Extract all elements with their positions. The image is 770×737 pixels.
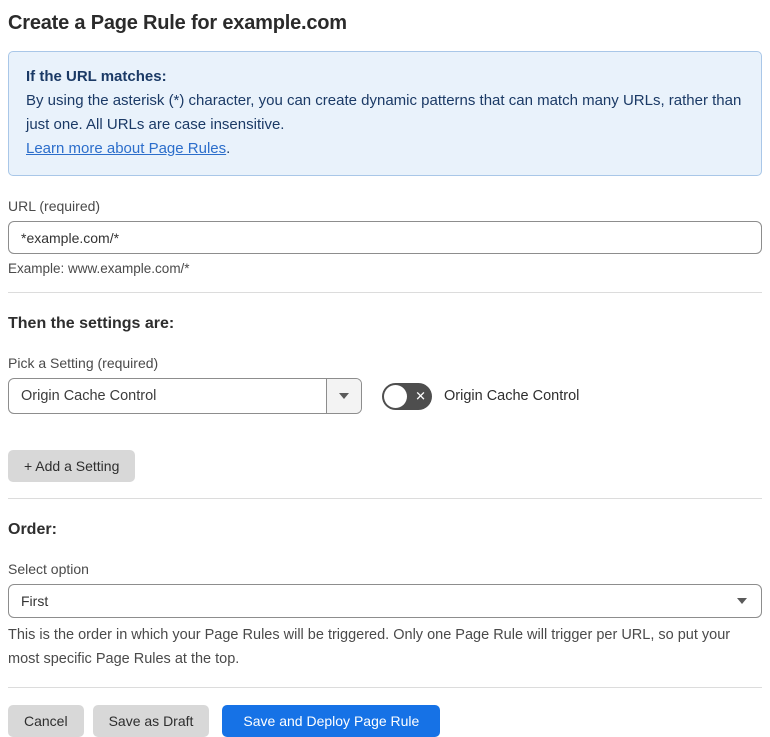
- settings-section-heading: Then the settings are:: [8, 315, 175, 332]
- order-select-value: First: [21, 593, 49, 609]
- add-setting-button[interactable]: + Add a Setting: [8, 450, 136, 482]
- toggle-off-x-icon: ✕: [415, 388, 426, 404]
- learn-more-link[interactable]: Learn more about Page Rules: [26, 140, 226, 157]
- info-box-link-line: Learn more about Page Rules.: [26, 137, 744, 161]
- toggle-knob: [384, 384, 407, 408]
- setting-row: Origin Cache Control ✕ Origin Cache Cont…: [8, 378, 762, 414]
- order-select-label: Select option: [8, 561, 89, 577]
- info-box-heading: If the URL matches:: [26, 68, 167, 85]
- chevron-down-icon: [339, 393, 349, 399]
- order-section-heading: Order:: [8, 521, 57, 538]
- page-title: Create a Page Rule for example.com: [8, 12, 347, 34]
- setting-select-value: Origin Cache Control: [21, 388, 157, 404]
- divider: [8, 498, 762, 499]
- url-example-text: Example: www.example.com/*: [8, 261, 190, 276]
- order-select[interactable]: First: [8, 584, 762, 618]
- info-box-body: By using the asterisk (*) character, you…: [26, 92, 742, 133]
- url-input[interactable]: [8, 221, 762, 254]
- pick-setting-label: Pick a Setting (required): [8, 355, 159, 371]
- chevron-down-icon: [737, 598, 747, 604]
- link-period: .: [226, 140, 231, 157]
- origin-cache-control-toggle[interactable]: ✕: [382, 382, 432, 410]
- url-match-info-box: If the URL matches: By using the asteris…: [8, 51, 762, 176]
- setting-select-caret-button[interactable]: [326, 379, 361, 413]
- url-field-label: URL (required): [8, 198, 101, 214]
- setting-select[interactable]: Origin Cache Control: [8, 378, 362, 414]
- divider: [8, 687, 762, 688]
- divider: [8, 292, 762, 293]
- order-help-text: This is the order in which your Page Rul…: [8, 627, 731, 667]
- toggle-label: Origin Cache Control: [444, 388, 580, 404]
